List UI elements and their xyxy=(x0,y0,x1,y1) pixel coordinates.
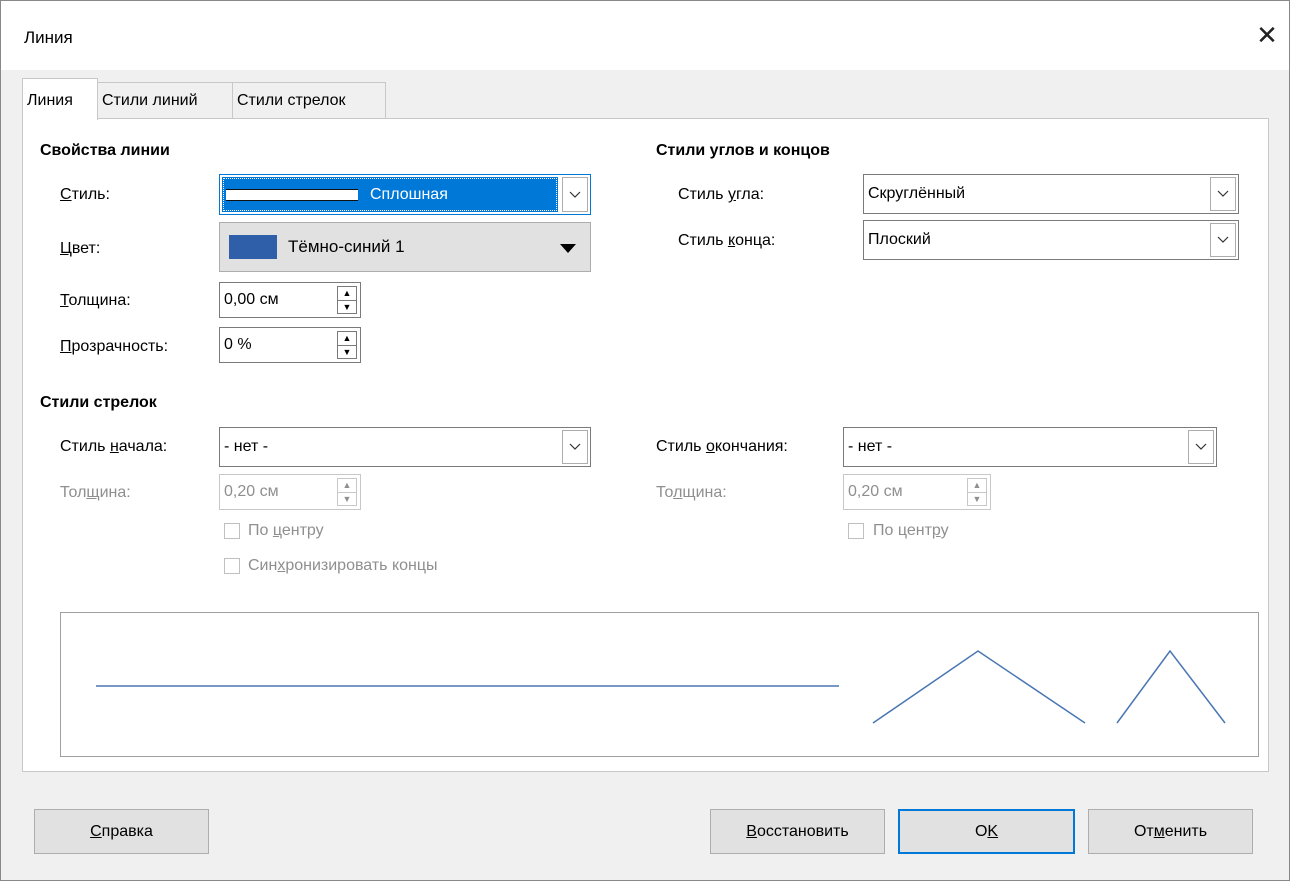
corner-style-label: Стиль угла: xyxy=(678,186,765,203)
spin-down-icon[interactable]: ▼ xyxy=(338,491,356,506)
caret-down-icon xyxy=(560,241,576,259)
transparency-label: Прозрачность: xyxy=(60,338,169,355)
color-label: Цвет: xyxy=(60,240,101,257)
line-width-value: 0,00 см xyxy=(224,291,279,308)
cap-style-select[interactable]: Плоский xyxy=(863,220,1239,260)
width-label: Толщина: xyxy=(60,292,131,309)
chevron-down-icon[interactable] xyxy=(1210,177,1236,211)
line-width-spinner[interactable]: 0,00 см ▲ ▼ xyxy=(219,282,361,318)
end-style-label: Стиль окончания: xyxy=(656,438,788,455)
tab-line-styles[interactable]: Стили линий xyxy=(97,82,233,118)
start-width-label: Толщина: xyxy=(60,484,131,501)
end-width-spinner[interactable]: 0,20 см ▲ ▼ xyxy=(843,474,991,510)
spin-down-icon[interactable]: ▼ xyxy=(338,299,356,314)
spin-up-icon[interactable]: ▲ xyxy=(968,479,986,492)
spin-up-icon[interactable]: ▲ xyxy=(338,479,356,492)
start-width-value: 0,20 см xyxy=(224,483,279,500)
transparency-spinner[interactable]: 0 % ▲ ▼ xyxy=(219,327,361,363)
window-title: Линия xyxy=(24,28,73,47)
start-arrow-value: - нет - xyxy=(224,438,269,455)
cap-style-value: Плоский xyxy=(868,231,931,248)
style-label: Стиль: xyxy=(60,186,110,203)
end-arrow-value: - нет - xyxy=(848,438,893,455)
spin-up-icon[interactable]: ▲ xyxy=(338,287,356,300)
sync-ends-checkbox[interactable] xyxy=(224,558,240,574)
line-style-value: Сплошная xyxy=(370,185,448,203)
color-picker-button[interactable]: Тёмно-синий 1 xyxy=(219,222,591,272)
sync-ends-label: Синхронизировать концы xyxy=(248,557,438,574)
color-swatch xyxy=(229,235,277,259)
arrow-styles-heading: Стили стрелок xyxy=(40,394,157,411)
start-arrow-select[interactable]: - нет - xyxy=(219,427,591,467)
spin-up-icon[interactable]: ▲ xyxy=(338,332,356,345)
preview-wide-angle xyxy=(872,650,1086,724)
title-bar xyxy=(0,0,1290,70)
end-center-checkbox[interactable] xyxy=(848,523,864,539)
help-button[interactable]: Справка xyxy=(34,809,209,854)
ok-button[interactable]: OK xyxy=(898,809,1075,854)
end-width-value: 0,20 см xyxy=(848,483,903,500)
line-preview-canvas xyxy=(96,649,1226,724)
line-preview xyxy=(60,612,1259,757)
line-properties-heading: Свойства линии xyxy=(40,142,170,159)
cancel-button[interactable]: Отменить xyxy=(1088,809,1253,854)
end-arrow-select[interactable]: - нет - xyxy=(843,427,1217,467)
end-center-label: По центру xyxy=(873,522,949,539)
spin-down-icon[interactable]: ▼ xyxy=(338,344,356,359)
close-icon[interactable]: ✕ xyxy=(1250,18,1284,52)
start-style-label: Стиль начала: xyxy=(60,438,168,455)
color-value: Тёмно-синий 1 xyxy=(288,237,405,256)
transparency-value: 0 % xyxy=(224,336,252,353)
reset-button[interactable]: Восстановить xyxy=(710,809,885,854)
chevron-down-icon[interactable] xyxy=(1210,223,1236,257)
chevron-down-icon[interactable] xyxy=(562,177,588,212)
end-width-label: Толщина: xyxy=(656,484,727,501)
line-style-preview xyxy=(226,189,358,201)
chevron-down-icon[interactable] xyxy=(1188,430,1214,464)
preview-narrow-angle xyxy=(1116,649,1226,724)
corner-style-value: Скруглённый xyxy=(868,185,966,202)
spin-down-icon[interactable]: ▼ xyxy=(968,491,986,506)
tab-line[interactable]: Линия xyxy=(22,78,98,120)
corner-styles-heading: Стили углов и концов xyxy=(656,142,830,159)
chevron-down-icon[interactable] xyxy=(562,430,588,464)
corner-style-select[interactable]: Скруглённый xyxy=(863,174,1239,214)
tab-arrow-styles[interactable]: Стили стрелок xyxy=(232,82,386,118)
start-center-label: По центру xyxy=(248,522,324,539)
cap-style-label: Стиль конца: xyxy=(678,232,776,249)
line-style-select[interactable]: Сплошная xyxy=(219,174,591,215)
start-center-checkbox[interactable] xyxy=(224,523,240,539)
start-width-spinner[interactable]: 0,20 см ▲ ▼ xyxy=(219,474,361,510)
